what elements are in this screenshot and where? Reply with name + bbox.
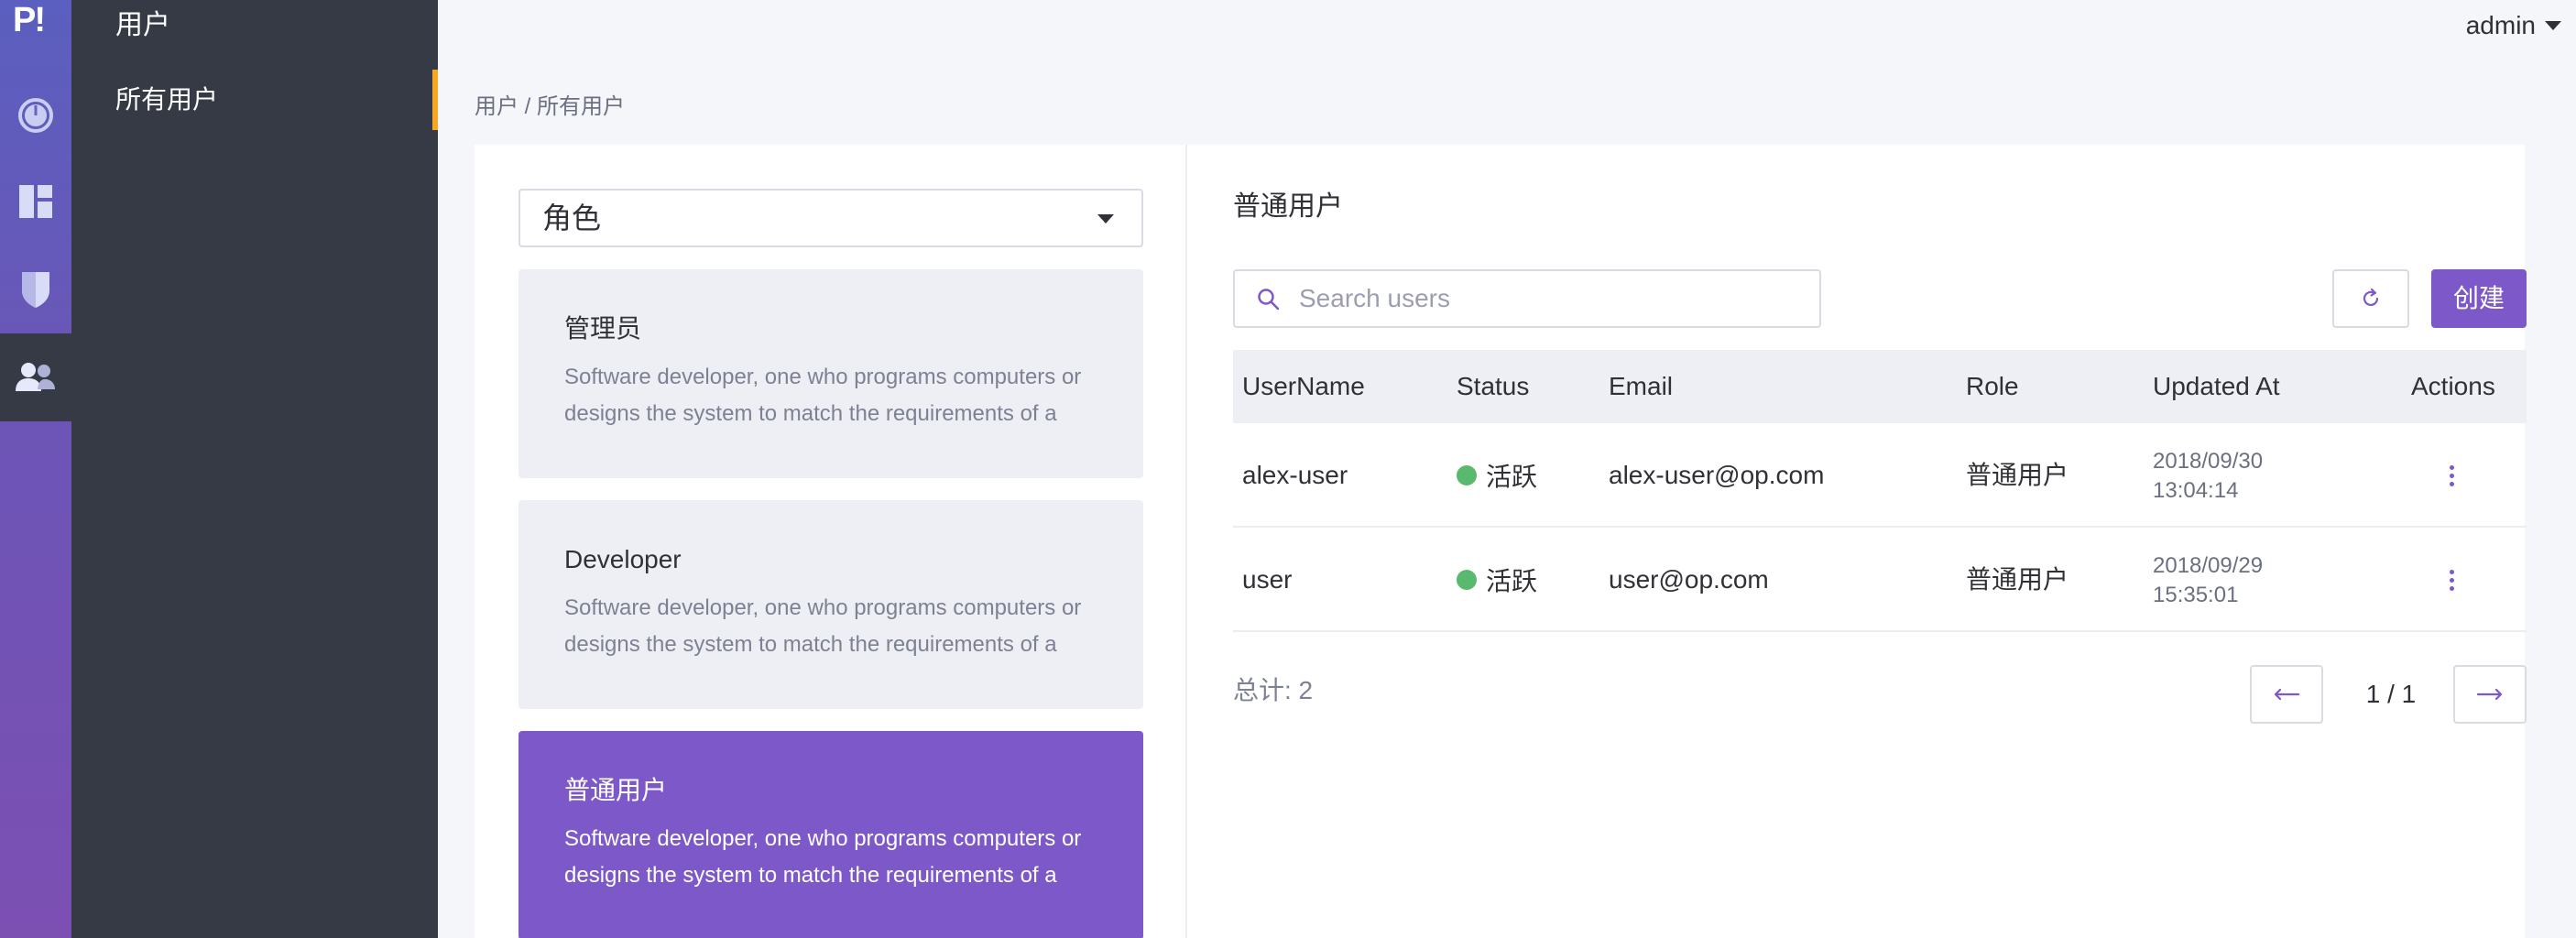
role-select[interactable]: 角色 [518, 189, 1143, 247]
user-menu[interactable]: admin [2466, 7, 2561, 44]
sidebar: 用户 所有用户 [71, 0, 438, 938]
sidebar-item-label: 所有用户 [115, 85, 219, 114]
rail-item-users[interactable] [0, 333, 71, 421]
status-dot [1457, 465, 1477, 485]
column-header: Actions [2411, 372, 2495, 400]
role-select-label: 角色 [542, 202, 602, 234]
role-card-admin[interactable]: 管理员 Software developer, one who programs… [518, 269, 1143, 478]
users-icon [16, 363, 55, 391]
shield-icon [22, 272, 49, 308]
rail-item-overview[interactable] [0, 71, 71, 159]
arrow-right-icon [2476, 688, 2503, 701]
sidebar-item-all-users[interactable]: 所有用户 [71, 70, 438, 130]
role-card-normal-user[interactable]: 普通用户 Software developer, one who program… [518, 731, 1143, 938]
total-count: 总计: 2 [1233, 676, 1314, 704]
prev-page-button[interactable] [2250, 665, 2323, 724]
table-header: UserName Status Email Role Updated At Ac… [1233, 350, 2527, 423]
column-header[interactable]: Status [1457, 350, 1529, 423]
chevron-down-icon [2545, 21, 2561, 30]
role-name: 管理员 [564, 314, 642, 343]
search-box [1233, 269, 1821, 328]
role-name: Developer [564, 545, 682, 573]
next-page-button[interactable] [2453, 665, 2527, 724]
status-dot [1457, 570, 1477, 590]
cell-role: 普通用户 [1966, 565, 2069, 594]
more-actions-icon[interactable] [2442, 528, 2461, 632]
users-table: UserName Status Email Role Updated At Ac… [1233, 350, 2527, 632]
refresh-icon [2363, 288, 2379, 307]
active-marker [432, 70, 438, 130]
status-text: 活跃 [1486, 567, 1538, 595]
column-header[interactable]: Updated At [2153, 350, 2280, 423]
cell-status: 活跃 [1457, 423, 1537, 528]
column-header[interactable]: Role [1966, 350, 2019, 423]
page-indicator: 1 / 1 [2365, 680, 2417, 708]
role-name: 普通用户 [564, 776, 668, 804]
cell-role: 普通用户 [1966, 461, 2069, 489]
username-label: admin [2465, 11, 2536, 39]
rail-item-security[interactable] [0, 245, 71, 333]
cell-status: 活跃 [1457, 528, 1537, 632]
chevron-down-icon [1097, 214, 1114, 224]
icon-rail: P! [0, 0, 71, 938]
table-row[interactable]: user 活跃 user@op.com 普通用户 2018/09/29 15:3… [1233, 528, 2527, 632]
panel-title: 普通用户 [1233, 191, 1343, 222]
updated-time: 13:04:14 [2153, 478, 2239, 503]
cell-email: alex-user@op.com [1609, 461, 1825, 489]
table-row[interactable]: alex-user 活跃 alex-user@op.com 普通用户 2018/… [1233, 423, 2527, 528]
column-header[interactable]: UserName [1242, 350, 1365, 423]
more-actions-icon[interactable] [2442, 423, 2461, 528]
arrow-left-icon [2274, 688, 2300, 701]
updated-date: 2018/09/29 [2153, 553, 2264, 578]
rail-item-dashboard[interactable] [0, 158, 71, 245]
dashboard-icon [19, 185, 52, 218]
cell-updated-at: 2018/09/30 13:04:14 [2153, 447, 2263, 506]
gauge-icon [18, 98, 53, 133]
create-user-button[interactable]: 创建 [2431, 269, 2527, 328]
roles-panel: 角色 管理员 Software developer, one who progr… [475, 145, 1187, 938]
main-card: 角色 管理员 Software developer, one who progr… [475, 145, 2527, 938]
cell-email: user@op.com [1609, 565, 1769, 594]
column-header[interactable]: Email [1609, 350, 1673, 423]
breadcrumb: 用户 / 所有用户 [475, 94, 626, 119]
cell-updated-at: 2018/09/29 15:35:01 [2153, 551, 2263, 610]
role-description: Software developer, one who programs com… [564, 826, 1082, 888]
status-text: 活跃 [1486, 463, 1538, 491]
app-logo[interactable]: P! [13, 0, 59, 40]
search-input[interactable] [1299, 278, 1803, 319]
refresh-button[interactable] [2332, 269, 2409, 328]
search-icon [1258, 289, 1280, 311]
role-description: Software developer, one who programs com… [564, 365, 1082, 426]
cell-username[interactable]: user [1242, 528, 1292, 632]
updated-date: 2018/09/30 [2153, 449, 2264, 474]
role-description: Software developer, one who programs com… [564, 595, 1082, 657]
cell-username[interactable]: alex-user [1242, 423, 1348, 528]
role-card-developer[interactable]: Developer Software developer, one who pr… [518, 500, 1143, 709]
updated-time: 15:35:01 [2153, 583, 2239, 607]
users-panel: 普通用户 创建 UserName Status Email Role Updat… [1189, 145, 2527, 938]
sidebar-title: 用户 [115, 10, 170, 40]
